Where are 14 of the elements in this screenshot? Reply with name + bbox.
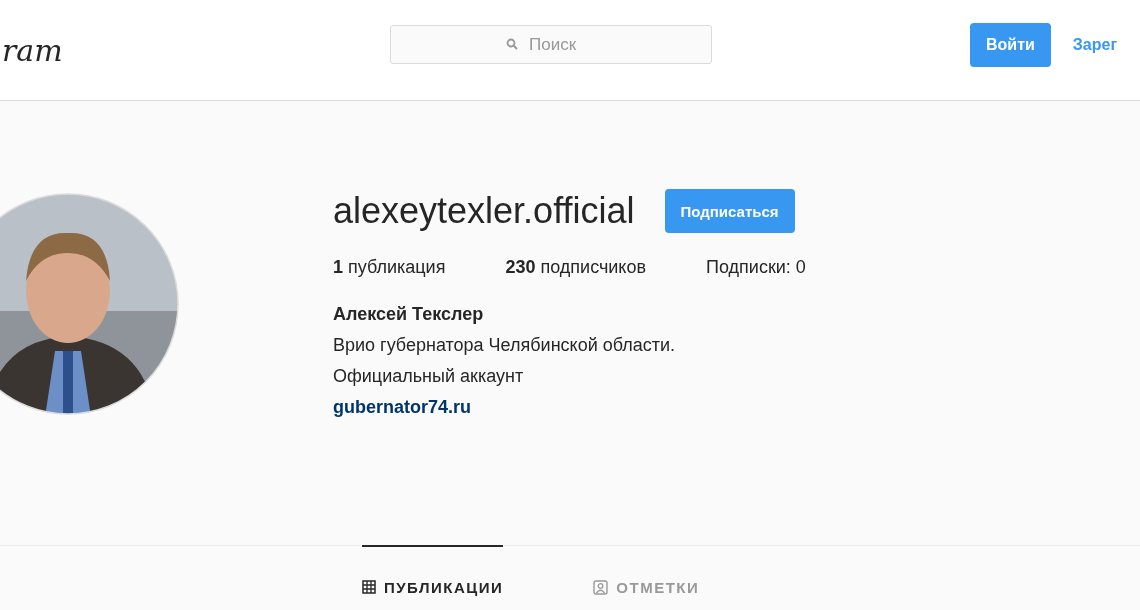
- person-tag-icon: [593, 579, 609, 595]
- grid-icon: [362, 580, 376, 594]
- full-name: Алексей Текслер: [333, 304, 485, 325]
- username: alexeytexler.official: [333, 190, 635, 232]
- website-link[interactable]: gubernator74.ru: [333, 397, 472, 418]
- search-field[interactable]: Поиск: [390, 25, 712, 64]
- profile-tab[interactable]: ПУБЛИКАЦИИ: [362, 545, 504, 610]
- bio-text: Официальный аккаунт: [333, 366, 525, 387]
- profile-stat[interactable]: 1 публикация: [333, 257, 446, 278]
- profile-stat[interactable]: 230 подписчиков: [505, 257, 647, 278]
- profile-stat[interactable]: Подписки: 0: [706, 257, 806, 278]
- search-icon: [506, 38, 518, 50]
- bio-text: Врио губернатора Челябинской области.: [333, 335, 677, 356]
- logo[interactable]: ram: [0, 32, 63, 68]
